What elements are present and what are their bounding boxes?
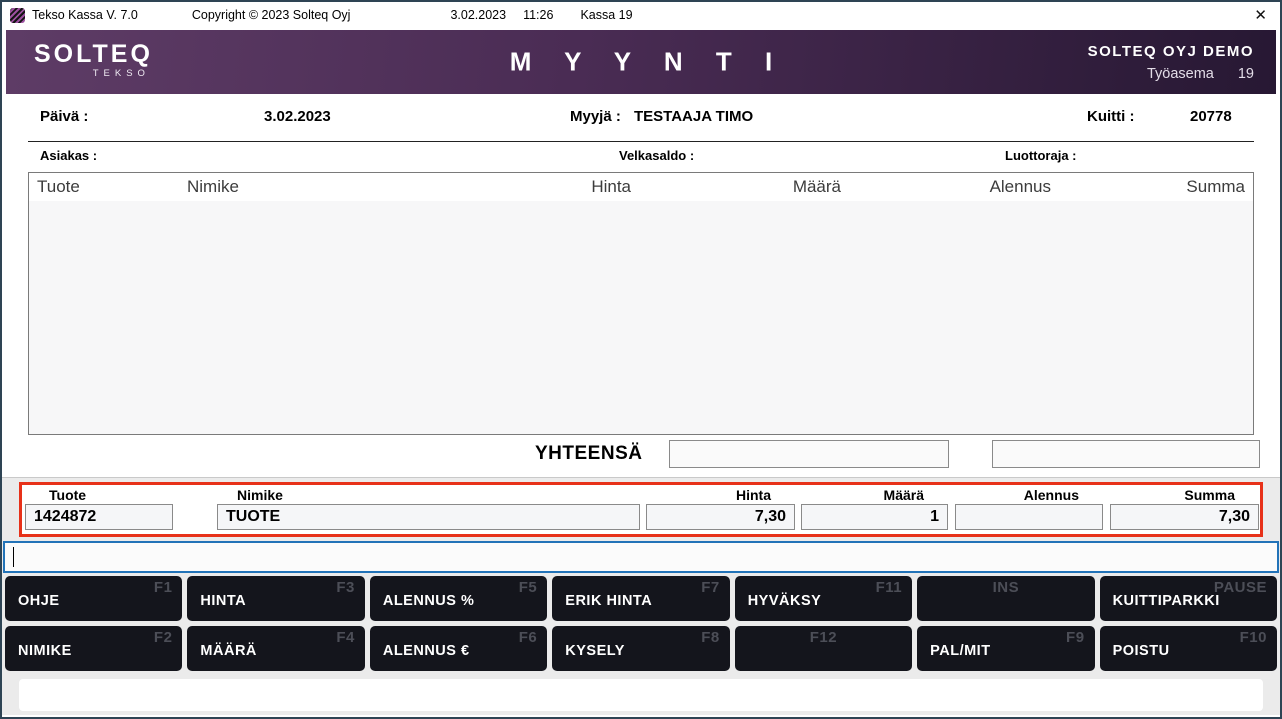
entry-label-hinta: Hinta xyxy=(646,486,795,504)
kysely-button[interactable]: KYSELY F8 xyxy=(552,626,729,671)
alennus-input[interactable] xyxy=(955,504,1103,530)
maara-button[interactable]: MÄÄRÄ F4 xyxy=(187,626,364,671)
titlebar-time: 11:26 xyxy=(523,8,553,22)
active-line-entry-panel: Tuote Nimike Hinta Määrä Alennus Summa xyxy=(19,482,1263,537)
alennus-euro-button[interactable]: ALENNUS € F6 xyxy=(370,626,547,671)
total-amount-field xyxy=(669,440,949,468)
pause-key-label: PAUSE xyxy=(1214,579,1267,596)
workstation-label: Työasema xyxy=(1147,66,1214,82)
hinta-button[interactable]: HINTA F3 xyxy=(187,576,364,621)
entry-field-nimike: Nimike xyxy=(217,486,640,534)
app-window: Tekso Kassa V. 7.0 Copyright © 2023 Solt… xyxy=(0,0,1282,719)
logo-primary-text: SOLTEQ xyxy=(34,41,153,67)
ins-button[interactable]: INS xyxy=(917,576,1094,621)
f3-key-label: F3 xyxy=(336,579,355,596)
nimike-input[interactable] xyxy=(217,504,640,530)
entry-label-nimike: Nimike xyxy=(217,486,640,504)
sale-table-header: Tuote Nimike Hinta Määrä Alennus Summa xyxy=(29,173,1253,201)
date-label: Päivä : xyxy=(40,108,88,125)
entry-label-maara: Määrä xyxy=(801,486,948,504)
totals-section: YHTEENSÄ xyxy=(2,435,1280,477)
credit-label: Luottoraja : xyxy=(1005,148,1077,163)
entry-label-summa: Summa xyxy=(1110,486,1259,504)
erik-hinta-button[interactable]: ERIK HINTA F7 xyxy=(552,576,729,621)
f7-key-label: F7 xyxy=(701,579,720,596)
hinta-input[interactable] xyxy=(646,504,795,530)
f12-key-label: F12 xyxy=(810,629,837,646)
maara-input[interactable] xyxy=(801,504,948,530)
entry-field-summa: Summa xyxy=(1110,486,1259,534)
col-header-hinta: Hinta xyxy=(579,177,639,197)
entry-field-maara: Määrä xyxy=(801,486,948,534)
entry-field-alennus: Alennus xyxy=(955,486,1103,534)
sale-info-section: Päivä : 3.02.2023 Myyjä : TESTAAJA TIMO … xyxy=(2,94,1280,172)
sale-lines-table: Tuote Nimike Hinta Määrä Alennus Summa xyxy=(28,172,1254,435)
status-bar xyxy=(19,679,1263,711)
main-header: SOLTEQ TEKSO M Y Y N T I SOLTEQ OYJ DEMO… xyxy=(6,30,1276,94)
receipt-value: 20778 xyxy=(1190,108,1232,125)
total-label: YHTEENSÄ xyxy=(535,443,642,465)
customer-label: Asiakas : xyxy=(40,148,97,163)
f5-key-label: F5 xyxy=(519,579,538,596)
close-icon[interactable]: ✕ xyxy=(1254,8,1267,23)
f2-key-label: F2 xyxy=(154,629,173,646)
lower-panel: Tuote Nimike Hinta Määrä Alennus Summa xyxy=(2,477,1280,715)
logo-secondary-text: TEKSO xyxy=(34,68,153,79)
nimike-button[interactable]: NIMIKE F2 xyxy=(5,626,182,671)
date-value: 3.02.2023 xyxy=(264,108,331,125)
poistu-button[interactable]: POISTU F10 xyxy=(1100,626,1277,671)
titlebar: Tekso Kassa V. 7.0 Copyright © 2023 Solt… xyxy=(2,2,1280,28)
function-key-grid: OHJE F1 HINTA F3 ALENNUS % F5 ERIK HINTA… xyxy=(2,576,1280,671)
summa-input[interactable] xyxy=(1110,504,1259,530)
receipt-label: Kuitti : xyxy=(1087,108,1134,125)
text-caret xyxy=(13,547,14,567)
titlebar-date: 3.02.2023 xyxy=(450,8,506,22)
page-title: M Y Y N T I xyxy=(497,47,785,78)
alennus-percent-button[interactable]: ALENNUS % F5 xyxy=(370,576,547,621)
f8-key-label: F8 xyxy=(701,629,720,646)
sale-table-body xyxy=(29,201,1253,434)
col-header-maara: Määrä xyxy=(639,177,849,197)
ins-key-label: INS xyxy=(993,579,1020,596)
total-secondary-field xyxy=(992,440,1260,468)
col-header-summa: Summa xyxy=(1059,177,1253,197)
divider-line xyxy=(28,141,1254,142)
command-input[interactable] xyxy=(3,541,1279,573)
window-title: Tekso Kassa V. 7.0 xyxy=(32,8,138,22)
hyvaksy-button[interactable]: HYVÄKSY F11 xyxy=(735,576,912,621)
col-header-nimike: Nimike xyxy=(179,177,579,197)
company-name: SOLTEQ OYJ DEMO xyxy=(1088,43,1254,60)
seller-value: TESTAAJA TIMO xyxy=(634,108,753,125)
tuote-input[interactable] xyxy=(25,504,173,530)
seller-label: Myyjä : xyxy=(570,108,621,125)
register-number: Kassa 19 xyxy=(580,8,632,22)
pal-mit-button[interactable]: PAL/MIT F9 xyxy=(917,626,1094,671)
entry-field-tuote: Tuote xyxy=(25,486,173,534)
col-header-tuote: Tuote xyxy=(29,177,179,197)
copyright-text: Copyright © 2023 Solteq Oyj xyxy=(192,8,351,22)
ohje-button[interactable]: OHJE F1 xyxy=(5,576,182,621)
col-header-alennus: Alennus xyxy=(849,177,1059,197)
entry-field-hinta: Hinta xyxy=(646,486,795,534)
solteq-logo: SOLTEQ TEKSO xyxy=(34,41,153,79)
app-icon xyxy=(10,8,25,23)
kuittiparkki-button[interactable]: KUITTIPARKKI PAUSE xyxy=(1100,576,1277,621)
f10-key-label: F10 xyxy=(1240,629,1267,646)
entry-label-alennus: Alennus xyxy=(955,486,1103,504)
entry-label-tuote: Tuote xyxy=(25,486,173,504)
f4-key-label: F4 xyxy=(336,629,355,646)
f11-key-label: F11 xyxy=(876,579,903,596)
workstation-info: Työasema 19 xyxy=(1088,66,1254,82)
header-right-block: SOLTEQ OYJ DEMO Työasema 19 xyxy=(1088,43,1254,82)
f6-key-label: F6 xyxy=(519,629,538,646)
debt-label: Velkasaldo : xyxy=(619,148,694,163)
f1-key-label: F1 xyxy=(154,579,173,596)
workstation-number: 19 xyxy=(1238,66,1254,82)
f9-key-label: F9 xyxy=(1066,629,1085,646)
f12-button[interactable]: F12 xyxy=(735,626,912,671)
